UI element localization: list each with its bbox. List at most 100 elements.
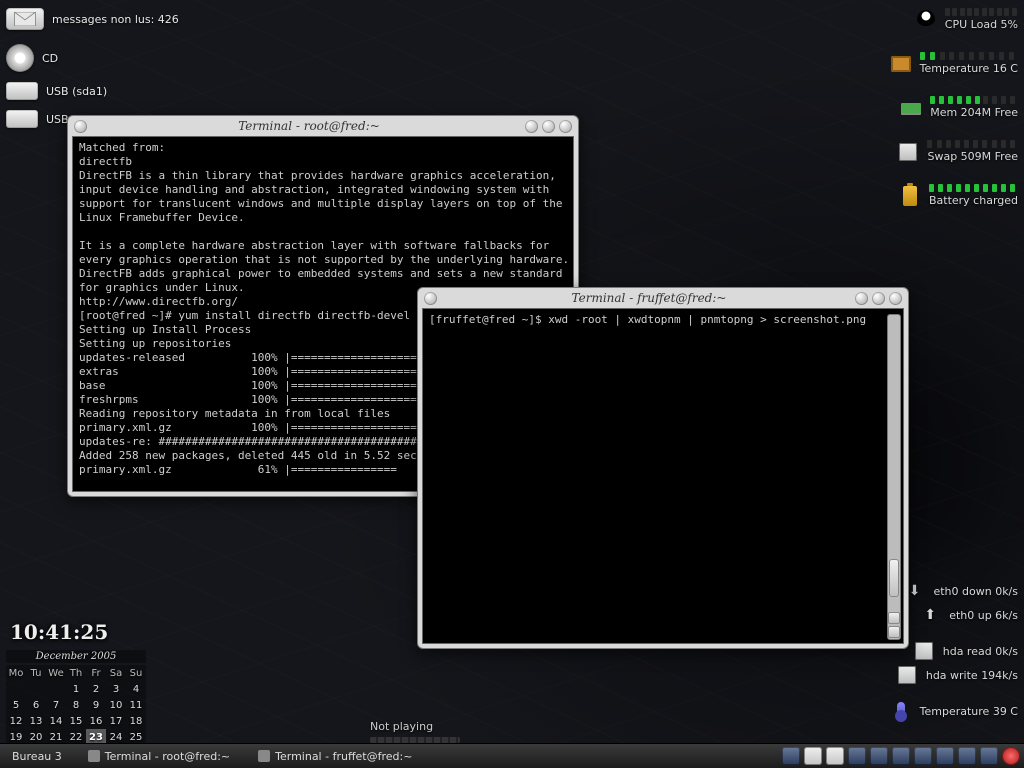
task-label: Terminal - fruffet@fred:~ — [275, 750, 412, 763]
window-title: Terminal - root@fred:~ — [93, 119, 525, 133]
calendar-day[interactable]: 3 — [106, 681, 126, 697]
window-title: Terminal - fruffet@fred:~ — [443, 291, 855, 305]
close-button[interactable] — [559, 120, 572, 133]
swap-text: Swap 509M Free — [927, 150, 1018, 163]
net-down-text: eth0 down 0k/s — [933, 585, 1018, 598]
tray-mail-icon[interactable] — [826, 747, 844, 765]
battery-text: Battery charged — [929, 194, 1018, 207]
terminal-window-fruffet[interactable]: Terminal - fruffet@fred:~ [fruffet@fred … — [417, 287, 909, 649]
calendar-day[interactable]: 2 — [86, 681, 106, 697]
battery-icon — [899, 185, 921, 207]
scrollbar-up-icon[interactable] — [888, 612, 900, 624]
envelope-icon — [6, 8, 44, 30]
calendar-day[interactable]: 7 — [46, 697, 66, 713]
arrow-up-icon: ⬆ — [919, 604, 941, 626]
calendar-day[interactable]: 16 — [86, 713, 106, 729]
tray-icon[interactable] — [892, 747, 910, 765]
terminal-scrollbar[interactable] — [887, 314, 901, 640]
maximize-button[interactable] — [542, 120, 555, 133]
usb1-label: USB (sda1) — [46, 85, 107, 98]
close-button[interactable] — [889, 292, 902, 305]
tray-icon[interactable] — [870, 747, 888, 765]
temp1-text: Temperature 16 C — [920, 62, 1018, 75]
net-up-monitor: ⬆ eth0 up 6k/s — [919, 604, 1018, 626]
now-playing-desklet: Not playing — [370, 720, 460, 743]
calendar-dow: We — [46, 665, 66, 681]
taskbar[interactable]: Bureau 3 Terminal - root@fred:~ Terminal… — [0, 743, 1024, 768]
temp1-monitor: Temperature 16 C — [890, 52, 1018, 75]
calendar-day[interactable]: 18 — [126, 713, 146, 729]
tray-icon[interactable] — [936, 747, 954, 765]
tray-icon[interactable] — [804, 747, 822, 765]
tray-icon[interactable] — [980, 747, 998, 765]
penguin-icon — [915, 9, 937, 31]
terminal-output[interactable]: [fruffet@fred ~]$ xwd -root | xwdtopnm |… — [422, 308, 904, 644]
tray-icon[interactable] — [782, 747, 800, 765]
calendar-day[interactable]: 11 — [126, 697, 146, 713]
mem-text: Mem 204M Free — [930, 106, 1018, 119]
tray-power-icon[interactable] — [1002, 747, 1020, 765]
calendar-day[interactable]: 9 — [86, 697, 106, 713]
net-up-text: eth0 up 6k/s — [949, 609, 1018, 622]
tray-icon[interactable] — [914, 747, 932, 765]
cd-icon — [6, 44, 34, 72]
scrollbar-thumb[interactable] — [889, 559, 899, 597]
task-label: Terminal - root@fred:~ — [105, 750, 230, 763]
calendar-day[interactable]: 17 — [106, 713, 126, 729]
taskbar-entry-terminal-fruffet[interactable]: Terminal - fruffet@fred:~ — [248, 748, 422, 765]
terminal-icon — [88, 750, 100, 762]
window-titlebar[interactable]: Terminal - root@fred:~ — [68, 116, 578, 136]
mail-desklet[interactable]: messages non lus: 426 — [6, 8, 179, 30]
mem-monitor: Mem 204M Free — [900, 96, 1018, 119]
tray-icon[interactable] — [848, 747, 866, 765]
cd-label: CD — [42, 52, 58, 65]
calendar-month: December 2005 — [6, 650, 146, 663]
usb-icon — [6, 110, 38, 128]
usb-desklet-2[interactable]: USB — [6, 110, 69, 128]
cd-desklet[interactable]: CD — [6, 44, 58, 72]
window-menu-button[interactable] — [74, 120, 87, 133]
calendar-day[interactable]: 14 — [46, 713, 66, 729]
scrollbar-down-icon[interactable] — [888, 626, 900, 638]
calendar-day[interactable]: 12 — [6, 713, 26, 729]
hdd-icon — [913, 640, 935, 662]
temp2-monitor: Temperature 39 C — [890, 700, 1018, 722]
thermometer-icon — [890, 700, 912, 722]
usb-desklet-1[interactable]: USB (sda1) — [6, 82, 107, 100]
calendar-day[interactable]: 15 — [66, 713, 86, 729]
calendar-day[interactable]: 6 — [26, 697, 46, 713]
taskbar-entry-terminal-root[interactable]: Terminal - root@fred:~ — [78, 748, 240, 765]
mail-count: messages non lus: 426 — [52, 13, 179, 26]
window-menu-button[interactable] — [424, 292, 437, 305]
workspace-indicator[interactable]: Bureau 3 — [4, 750, 70, 763]
calendar-day[interactable]: 5 — [6, 697, 26, 713]
calendar-day[interactable]: 13 — [26, 713, 46, 729]
cpu-monitor: CPU Load 5% — [915, 8, 1018, 31]
minimize-button[interactable] — [855, 292, 868, 305]
maximize-button[interactable] — [872, 292, 885, 305]
calendar-day — [26, 681, 46, 697]
calendar-dow: Fr — [86, 665, 106, 681]
calendar-day[interactable]: 4 — [126, 681, 146, 697]
calendar-day[interactable]: 10 — [106, 697, 126, 713]
swap-monitor: Swap 509M Free — [897, 140, 1018, 163]
usb-icon — [6, 82, 38, 100]
system-tray[interactable] — [782, 747, 1020, 765]
hda-read-monitor: hda read 0k/s — [913, 640, 1018, 662]
chip-icon — [890, 53, 912, 75]
calendar-day[interactable]: 8 — [66, 697, 86, 713]
usb2-label: USB — [46, 113, 69, 126]
clock: 10:41:25 — [10, 620, 108, 644]
now-playing-text: Not playing — [370, 720, 460, 733]
battery-monitor: Battery charged — [899, 184, 1018, 207]
tray-volume-icon[interactable] — [958, 747, 976, 765]
calendar-day — [46, 681, 66, 697]
window-titlebar[interactable]: Terminal - fruffet@fred:~ — [418, 288, 908, 308]
calendar-dow: Tu — [26, 665, 46, 681]
calendar-dow: Th — [66, 665, 86, 681]
terminal-icon — [258, 750, 270, 762]
hdd-icon — [896, 664, 918, 686]
calendar-day[interactable]: 1 — [66, 681, 86, 697]
minimize-button[interactable] — [525, 120, 538, 133]
hda-write-text: hda write 194k/s — [926, 669, 1018, 682]
